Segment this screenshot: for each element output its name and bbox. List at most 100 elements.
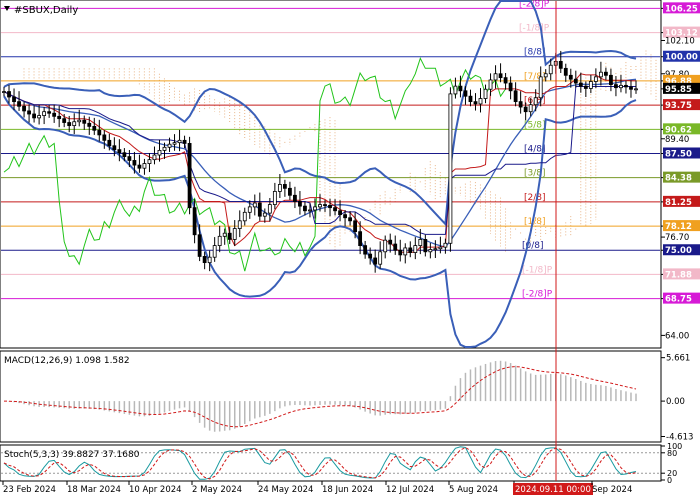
x-tick-label: 5 Aug 2024 xyxy=(449,485,498,495)
candle-body xyxy=(363,245,368,255)
candle-body xyxy=(433,248,438,251)
macd-tick-label: 5.661 xyxy=(666,354,690,364)
candle-body xyxy=(212,245,217,258)
candle-body xyxy=(448,93,453,244)
candle-body xyxy=(313,206,317,211)
candle-body xyxy=(32,113,36,119)
stoch-tick-label: 0 xyxy=(667,476,672,485)
x-tick-label: 24 May 2024 xyxy=(258,485,313,495)
candle-body xyxy=(112,145,117,151)
x-tick-label: 12 Jul 2024 xyxy=(386,485,434,495)
candle-body xyxy=(72,121,77,127)
candle-body xyxy=(7,91,11,98)
candle-body xyxy=(493,73,498,81)
x-tick-label: 2 May 2024 xyxy=(192,485,242,495)
candle-body xyxy=(388,239,393,245)
candle-body xyxy=(328,204,332,209)
candle-body xyxy=(398,249,403,256)
candle-body xyxy=(2,91,6,93)
candle-body xyxy=(508,82,513,92)
candle-body xyxy=(478,98,483,105)
candle-body xyxy=(353,220,358,233)
price-tick-label: 93.75 xyxy=(665,101,692,111)
candle-body xyxy=(333,207,337,212)
candle-body xyxy=(619,84,623,89)
stoch-title: Stoch(5,3,3) 39.8827 37.1680 xyxy=(4,450,140,460)
candle-body xyxy=(463,90,468,97)
macd-tick-label: -4.613 xyxy=(666,432,693,442)
candle-body xyxy=(528,104,533,113)
candle-body xyxy=(563,67,568,76)
candle-body xyxy=(408,247,413,253)
candle-body xyxy=(348,217,352,222)
candle-body xyxy=(338,210,342,216)
candle-body xyxy=(418,239,423,246)
candle-body xyxy=(102,134,107,141)
candle-body xyxy=(172,142,177,145)
candle-body xyxy=(533,97,538,106)
candle-body xyxy=(147,159,152,164)
candle-body xyxy=(393,243,398,251)
candle-body xyxy=(152,154,157,161)
candle-body xyxy=(358,231,363,246)
candle-body xyxy=(267,204,272,214)
macd-tick-label: 0.00 xyxy=(666,397,685,407)
candle-body xyxy=(543,73,548,78)
candle-body xyxy=(443,242,448,248)
candle-body xyxy=(262,212,267,217)
candle-body xyxy=(413,245,418,253)
candle-body xyxy=(47,111,52,114)
candle-body xyxy=(207,256,212,264)
candle-body xyxy=(593,76,598,82)
chart-canvas[interactable]: [-2/8]P[-1/8]P[8/8][7/8][6/8][5/8][4/8][… xyxy=(0,0,700,500)
price-tick-label: 102.10 xyxy=(665,36,695,46)
murrey-label: [-1/8]P xyxy=(519,24,550,34)
candle-body xyxy=(182,139,187,144)
candle-body xyxy=(37,115,42,119)
price-panel[interactable] xyxy=(0,0,662,349)
candle-body xyxy=(488,79,493,90)
candle-body xyxy=(277,184,282,192)
candle-body xyxy=(468,95,473,103)
candle-body xyxy=(634,88,638,91)
candle-body xyxy=(237,220,242,229)
candle-body xyxy=(197,234,202,257)
price-tick-label: 75.00 xyxy=(665,246,692,256)
candle-body xyxy=(624,84,628,88)
price-tick-label: 68.75 xyxy=(665,295,692,305)
candle-body xyxy=(428,249,433,253)
candle-body xyxy=(97,129,102,136)
candle-body xyxy=(247,206,252,213)
candle-body xyxy=(107,139,112,147)
price-tick-label: 87.50 xyxy=(665,149,692,159)
candle-body xyxy=(62,118,67,123)
x-tick-label: 18 Mar 2024 xyxy=(67,485,121,495)
candle-body xyxy=(42,111,47,116)
candle-body xyxy=(583,85,588,89)
candle-body xyxy=(614,84,618,89)
price-tick-label: 81.25 xyxy=(665,198,692,208)
candle-body xyxy=(227,232,232,240)
candle-body xyxy=(217,235,222,246)
candle-body xyxy=(568,74,573,80)
candle-body xyxy=(17,101,21,107)
murrey-label: [-2/8]P xyxy=(522,290,553,300)
candle-body xyxy=(12,96,16,103)
candle-body xyxy=(498,73,503,79)
cursor-date-label: 2024.09.11 00:00 xyxy=(515,485,591,495)
candle-body xyxy=(137,164,142,169)
candle-body xyxy=(604,71,608,76)
candle-body xyxy=(82,119,87,124)
macd-title: MACD(12,26,9) 1.098 1.582 xyxy=(4,356,130,366)
candle-body xyxy=(288,187,292,196)
candle-body xyxy=(473,101,478,105)
candle-body xyxy=(157,149,162,156)
candle-body xyxy=(242,211,247,222)
candle-body xyxy=(383,239,388,253)
candle-body xyxy=(132,160,137,166)
candle-body xyxy=(282,184,287,189)
price-tick-label: 89.40 xyxy=(665,135,689,145)
candle-body xyxy=(629,86,633,90)
price-tick-label: 100.00 xyxy=(665,53,698,63)
price-tick-label: 78.12 xyxy=(665,222,692,232)
